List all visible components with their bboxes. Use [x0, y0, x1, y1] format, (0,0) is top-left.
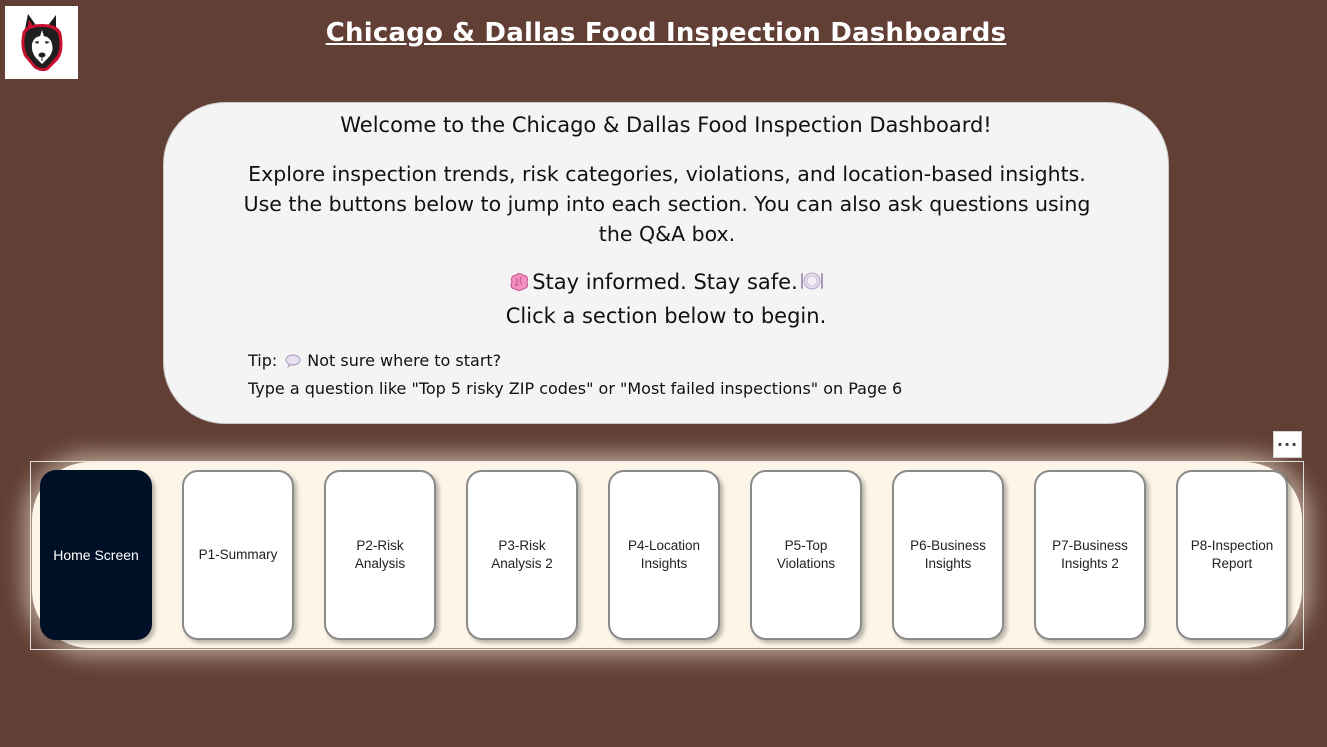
- nav-button-p3-risk-analysis-2[interactable]: P3-Risk Analysis 2: [466, 470, 578, 640]
- plate-emoji-icon: [800, 270, 824, 301]
- nav-button-p1-summary[interactable]: P1-Summary: [182, 470, 294, 640]
- nav-button-p8-inspection-report[interactable]: P8-Inspection Report: [1176, 470, 1288, 640]
- welcome-heading: Welcome to the Chicago & Dallas Food Ins…: [340, 113, 992, 137]
- nav-button-p4-location-insights[interactable]: P4-Location Insights: [608, 470, 720, 640]
- page-title: Chicago & Dallas Food Inspection Dashboa…: [325, 18, 1007, 48]
- tip-example: Type a question like "Top 5 risky ZIP co…: [248, 379, 903, 398]
- brain-emoji-icon: [508, 270, 530, 301]
- motto-text: Stay informed. Stay safe.: [532, 270, 798, 294]
- nav-button-p2-risk-analysis[interactable]: P2-Risk Analysis: [324, 470, 436, 640]
- more-options-button[interactable]: ···: [1273, 431, 1302, 458]
- nav-button-p5-top-violations[interactable]: P5-Top Violations: [750, 470, 862, 640]
- welcome-body: Explore inspection trends, risk categori…: [243, 162, 1091, 246]
- speech-bubble-icon: [285, 350, 301, 376]
- welcome-card: Welcome to the Chicago & Dallas Food Ins…: [163, 102, 1169, 424]
- welcome-motto-block: Stay informed. Stay safe. Click a sectio…: [164, 267, 1168, 332]
- cta-text: Click a section below to begin.: [505, 304, 827, 328]
- nav-button-home-screen[interactable]: Home Screen: [40, 470, 152, 640]
- nav-button-p6-business-insights[interactable]: P6-Business Insights: [892, 470, 1004, 640]
- nav-button-p7-business-insights-2[interactable]: P7-Business Insights 2: [1034, 470, 1146, 640]
- tip-label: Tip:: [248, 351, 278, 370]
- tip-text: Not sure where to start?: [307, 351, 502, 370]
- tip-block: Tip: Not sure where to start? Type a que…: [248, 348, 902, 402]
